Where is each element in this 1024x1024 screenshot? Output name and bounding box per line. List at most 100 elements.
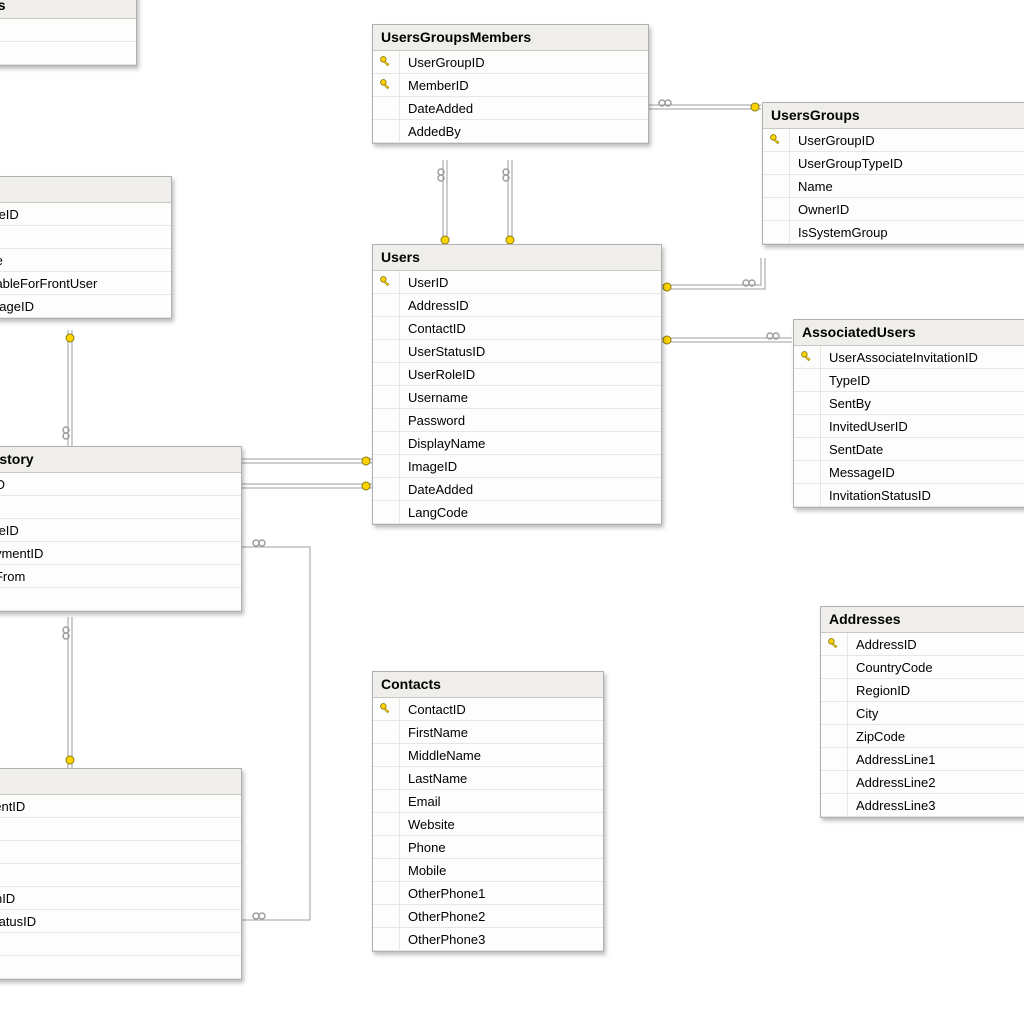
column-row[interactable]: UserGroupID (763, 129, 1024, 152)
column-row[interactable]: ContactID (373, 698, 603, 721)
column-row[interactable]: Password (373, 409, 661, 432)
column-row[interactable]: UserRoleID (373, 363, 661, 386)
column-row[interactable]: UserGroupTypeID (763, 152, 1024, 175)
column-row[interactable]: UserAssociateInvitationID (794, 346, 1024, 369)
column-row[interactable]: City (821, 702, 1024, 725)
table-body: istoryIDserIDserRoleIDserPaymentID nRoleF… (0, 473, 241, 611)
column-row[interactable]: argetPageID (0, 295, 171, 318)
column-row[interactable]: MessageID (794, 461, 1024, 484)
blank-cell (373, 340, 400, 362)
column-row[interactable]: serRoleID (0, 203, 171, 226)
blank-cell (373, 455, 400, 477)
column-row[interactable]: istoryID (0, 473, 241, 496)
column-row[interactable]: xpired (0, 588, 241, 611)
column-row[interactable]: ame (0, 226, 171, 249)
column-row[interactable]: OtherPhone1 (373, 882, 603, 905)
column-row[interactable]: Name (763, 175, 1024, 198)
column-name: MiddleName (400, 748, 489, 763)
column-row[interactable]: MiddleName (373, 744, 603, 767)
column-name: PaymentID (0, 799, 33, 814)
column-row[interactable]: SentBy (794, 392, 1024, 415)
column-row[interactable]: sactionID (0, 887, 241, 910)
column-row[interactable]: DateAdded (373, 478, 661, 501)
table-body: UserID AddressID ContactIDUserStatusID User… (373, 271, 661, 524)
column-row[interactable]: ImageID (373, 455, 661, 478)
column-row[interactable]: ription (0, 933, 241, 956)
column-row[interactable]: serRoleID (0, 519, 241, 542)
column-row[interactable]: LastName (373, 767, 603, 790)
column-row[interactable]: MemberID (373, 74, 648, 97)
pk-cell (821, 633, 848, 655)
primary-key-icon (800, 350, 814, 364)
column-row[interactable]: Username (373, 386, 661, 409)
table-users[interactable]: Users UserIDAddressIDContactIDUserStatus… (372, 244, 662, 525)
column-row[interactable]: ZipCode (821, 725, 1024, 748)
primary-key-icon (827, 637, 841, 651)
column-row[interactable]: UserStatusID (373, 340, 661, 363)
column-row[interactable]: AddedBy (373, 120, 648, 143)
table-contacts[interactable]: Contacts ContactIDFirstNameMiddleNameLas… (372, 671, 604, 952)
column-row[interactable]: nRoleFrom (0, 565, 241, 588)
column-row[interactable]: serPaymentID (0, 542, 241, 565)
column-row[interactable]: OwnerID (763, 198, 1024, 221)
column-name: UserRoleID (400, 367, 483, 382)
column-name: UserGroupTypeID (790, 156, 911, 171)
table-addresses[interactable]: Addresses AddressIDCountryCodeRegionIDCi… (820, 606, 1024, 818)
column-name: MessageID (821, 465, 903, 480)
column-row[interactable]: InvitationStatusID (794, 484, 1024, 507)
column-row[interactable]: ments (0, 956, 241, 979)
column-row[interactable]: AddressLine2 (821, 771, 1024, 794)
column-row[interactable]: sActive (0, 249, 171, 272)
column-name: sAvailableForFrontUser (0, 276, 105, 291)
column-row[interactable]: AddressID (373, 294, 661, 317)
column-row[interactable]: nentStatusID (0, 910, 241, 933)
column-name: AddressID (400, 298, 477, 313)
column-row[interactable]: IsSystemGroup (763, 221, 1024, 244)
column-name: nRoleFrom (0, 569, 33, 584)
column-row[interactable]: AddressLine1 (821, 748, 1024, 771)
table-payments[interactable]: Payments PaymentIDByDateuntsactionIDnent… (0, 768, 242, 980)
table-users-statuses[interactable]: rsStatuses atusIDame (0, 0, 137, 66)
column-row[interactable]: DisplayName (373, 432, 661, 455)
column-row[interactable]: PaymentID (0, 795, 241, 818)
column-row[interactable]: ame (0, 42, 136, 65)
table-users-roles[interactable]: rsRoles serRoleIDamesActivesAvailableFor… (0, 176, 172, 319)
column-row[interactable]: sAvailableForFrontUser (0, 272, 171, 295)
pk-cell (794, 346, 821, 368)
column-row[interactable]: By (0, 818, 241, 841)
column-row[interactable]: SentDate (794, 438, 1024, 461)
column-row[interactable]: atusID (0, 19, 136, 42)
column-row[interactable]: FirstName (373, 721, 603, 744)
column-name: Email (400, 794, 449, 809)
column-row[interactable]: RegionID (821, 679, 1024, 702)
column-row[interactable]: serID (0, 496, 241, 519)
column-row[interactable]: UserID (373, 271, 661, 294)
table-associated-users[interactable]: AssociatedUsers UserAssociateInvitationI… (793, 319, 1024, 508)
column-row[interactable]: Date (0, 841, 241, 864)
pk-cell (373, 74, 400, 96)
column-row[interactable]: LangCode (373, 501, 661, 524)
column-name: UserGroupID (400, 55, 493, 70)
column-row[interactable]: TypeID (794, 369, 1024, 392)
column-row[interactable]: AddressID (821, 633, 1024, 656)
column-row[interactable]: Mobile (373, 859, 603, 882)
table-users-groups-members[interactable]: UsersGroupsMembers UserGroupIDMemberIDDa… (372, 24, 649, 144)
column-row[interactable]: OtherPhone2 (373, 905, 603, 928)
column-row[interactable]: InvitedUserID (794, 415, 1024, 438)
column-row[interactable]: DateAdded (373, 97, 648, 120)
column-row[interactable]: AddressLine3 (821, 794, 1024, 817)
column-name: OtherPhone2 (400, 909, 493, 924)
table-users-roles-history[interactable]: rsRolesHistory istoryIDserIDserRoleIDser… (0, 446, 242, 612)
column-row[interactable]: unt (0, 864, 241, 887)
column-row[interactable]: OtherPhone3 (373, 928, 603, 951)
column-row[interactable]: ContactID (373, 317, 661, 340)
table-users-groups[interactable]: UsersGroups UserGroupIDUserGroupTypeIDNa… (762, 102, 1024, 245)
column-row[interactable]: UserGroupID (373, 51, 648, 74)
table-body: UserGroupID UserGroupTypeID NameOwnerIDIsS… (763, 129, 1024, 244)
column-row[interactable]: Email (373, 790, 603, 813)
column-name: OtherPhone3 (400, 932, 493, 947)
column-name: argetPageID (0, 299, 42, 314)
column-row[interactable]: CountryCode (821, 656, 1024, 679)
column-row[interactable]: Website (373, 813, 603, 836)
column-row[interactable]: Phone (373, 836, 603, 859)
